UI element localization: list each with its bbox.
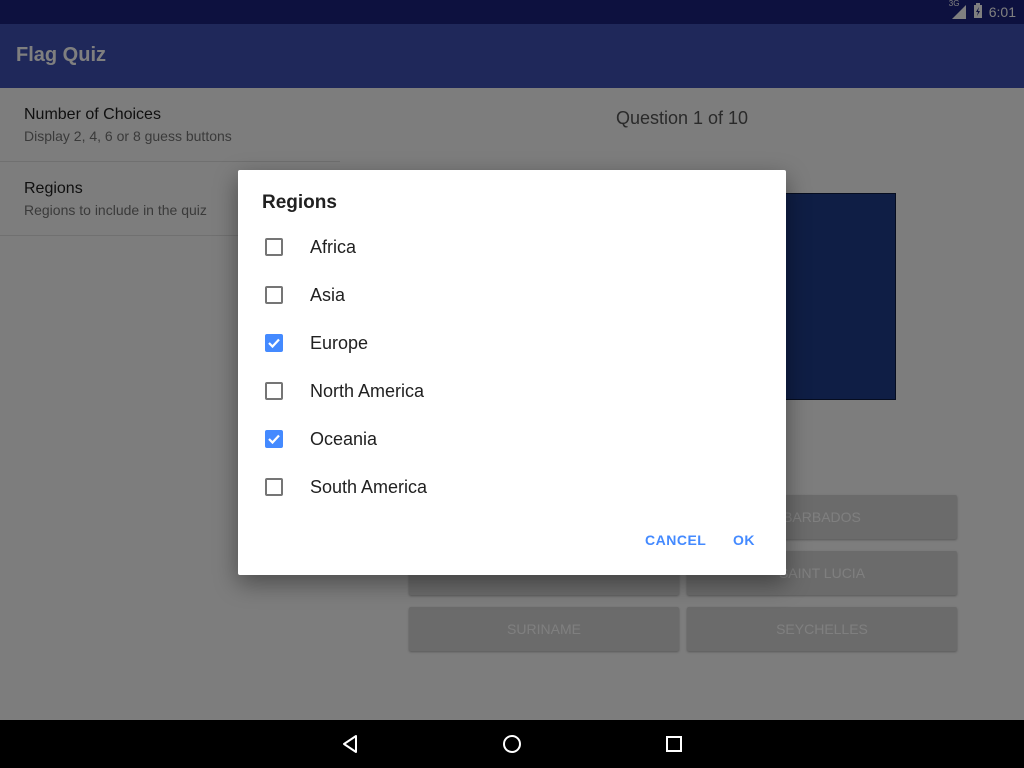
- region-label: Africa: [310, 237, 357, 257]
- region-label: Oceania: [310, 429, 378, 449]
- regions-dialog: Regions Africa Asia Europe North America…: [238, 170, 786, 575]
- navigation-bar: [0, 720, 1024, 768]
- region-option-north-america[interactable]: North America: [238, 367, 786, 415]
- region-label: South America: [310, 477, 428, 497]
- region-label: Europe: [310, 333, 369, 353]
- checkbox[interactable]: [265, 286, 283, 304]
- region-option-south-america[interactable]: South America: [238, 463, 786, 511]
- region-option-europe[interactable]: Europe: [238, 319, 786, 367]
- checkbox[interactable]: [265, 382, 283, 400]
- cancel-button[interactable]: CANCEL: [645, 532, 706, 548]
- checkbox[interactable]: [265, 478, 283, 496]
- ok-button[interactable]: OK: [733, 532, 755, 548]
- region-option-oceania[interactable]: Oceania: [238, 415, 786, 463]
- checkbox[interactable]: [265, 430, 283, 448]
- region-label: North America: [310, 381, 425, 401]
- checkbox[interactable]: [265, 238, 283, 256]
- checkbox[interactable]: [265, 334, 283, 352]
- region-option-africa[interactable]: Africa: [238, 223, 786, 271]
- recents-icon[interactable]: [662, 732, 686, 756]
- region-label: Asia: [310, 285, 346, 305]
- home-icon[interactable]: [500, 732, 524, 756]
- region-option-asia[interactable]: Asia: [238, 271, 786, 319]
- back-icon[interactable]: [338, 732, 362, 756]
- dialog-title: Regions: [262, 192, 337, 213]
